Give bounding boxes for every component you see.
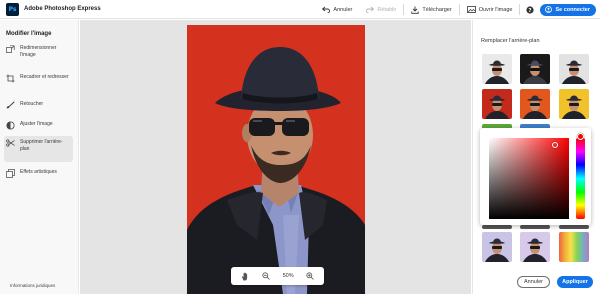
zoom-out-icon[interactable] bbox=[262, 272, 271, 280]
toolbar-actions: Annuler Rétablir Télécharger Ouvrir l'im… bbox=[315, 0, 600, 19]
sidebar-item-label: Retoucher bbox=[20, 101, 44, 107]
hue-handle[interactable] bbox=[577, 133, 584, 140]
top-bar: Ps Adobe Photoshop Express Annuler Rétab… bbox=[0, 0, 600, 19]
portrait-illustration bbox=[187, 25, 365, 294]
zoom-level: 50% bbox=[282, 273, 294, 279]
brush-icon bbox=[6, 101, 15, 109]
thumb-portrait bbox=[485, 60, 509, 84]
svg-text:?: ? bbox=[529, 7, 532, 13]
photoshop-logo: Ps bbox=[6, 2, 19, 16]
crop-icon bbox=[6, 74, 15, 83]
sidebar-item-adjust[interactable]: Ajuster l'image bbox=[4, 118, 73, 133]
apply-button[interactable]: Appliquer bbox=[557, 276, 593, 288]
user-icon bbox=[545, 6, 553, 13]
thumb-portrait bbox=[559, 232, 589, 262]
hue-slider[interactable] bbox=[576, 138, 585, 219]
thumb-portrait bbox=[523, 238, 547, 262]
background-panel: Remplacer l'arrière-plan Annuler Appliqu… bbox=[472, 20, 600, 294]
background-thumb[interactable] bbox=[559, 225, 589, 229]
sidebar-item-label: Ajuster l'image bbox=[20, 121, 53, 127]
app-title: Adobe Photoshop Express bbox=[24, 6, 101, 12]
background-thumb[interactable] bbox=[520, 232, 550, 262]
sidebar-item-crop[interactable]: Recadrer et redresser bbox=[4, 71, 73, 86]
background-thumb[interactable] bbox=[520, 54, 550, 84]
background-thumb[interactable] bbox=[520, 89, 550, 119]
background-thumb[interactable] bbox=[520, 225, 550, 229]
thumb-portrait bbox=[523, 95, 547, 119]
download-icon bbox=[411, 6, 419, 14]
canvas-area: 50% bbox=[80, 20, 471, 294]
zoom-toolbar: 50% bbox=[231, 267, 324, 285]
edited-photo bbox=[187, 25, 365, 294]
edit-sidebar: Modifier l'image Redimensionner l'image … bbox=[0, 20, 79, 294]
background-thumb[interactable] bbox=[482, 232, 512, 262]
thumb-portrait bbox=[485, 238, 509, 262]
legal-info-link[interactable]: Informations juridiques bbox=[10, 283, 55, 288]
sidebar-item-label: Recadrer et redresser bbox=[20, 74, 69, 80]
thumb-portrait bbox=[562, 95, 586, 119]
background-thumb[interactable] bbox=[559, 89, 589, 119]
saturation-value-area[interactable] bbox=[489, 138, 569, 219]
thumb-portrait bbox=[523, 60, 547, 84]
download-label: Télécharger bbox=[422, 6, 452, 13]
resize-icon bbox=[6, 45, 15, 53]
background-thumb[interactable] bbox=[482, 225, 512, 229]
background-thumb[interactable] bbox=[482, 89, 512, 119]
adjust-icon bbox=[6, 121, 15, 130]
sidebar-title: Modifier l'image bbox=[6, 31, 52, 37]
thumb-portrait bbox=[562, 60, 586, 84]
redo-icon bbox=[366, 6, 375, 13]
open-image-button[interactable]: Ouvrir l'image bbox=[460, 0, 520, 19]
help-button[interactable]: ? bbox=[520, 0, 540, 19]
open-image-label: Ouvrir l'image bbox=[478, 6, 513, 13]
cancel-button[interactable]: Annuler bbox=[517, 276, 550, 288]
effects-icon bbox=[6, 169, 15, 178]
background-thumb[interactable] bbox=[482, 54, 512, 84]
sidebar-item-label: Redimensionner l'image bbox=[20, 45, 57, 58]
image-icon bbox=[466, 6, 476, 13]
sidebar-item-remove-background[interactable]: Supprimer l'arrière-plan bbox=[4, 136, 73, 162]
redo-button[interactable]: Rétablir bbox=[359, 0, 403, 19]
color-picker-popover bbox=[480, 128, 591, 225]
thumb-portrait bbox=[485, 95, 509, 119]
color-handle[interactable] bbox=[552, 142, 558, 148]
scissors-icon bbox=[6, 139, 15, 147]
sidebar-item-label: Effets artistiques bbox=[20, 169, 57, 175]
background-thumb-rainbow[interactable] bbox=[559, 232, 589, 262]
hand-icon[interactable] bbox=[241, 272, 250, 281]
zoom-in-icon[interactable] bbox=[306, 272, 314, 280]
undo-icon bbox=[322, 6, 331, 13]
signin-label: Se connecter bbox=[555, 6, 590, 13]
background-thumb[interactable] bbox=[559, 54, 589, 84]
panel-title: Remplacer l'arrière-plan bbox=[481, 38, 540, 44]
signin-button[interactable]: Se connecter bbox=[540, 3, 596, 16]
download-button[interactable]: Télécharger bbox=[404, 0, 458, 19]
sidebar-item-label: Supprimer l'arrière-plan bbox=[20, 139, 63, 152]
sidebar-item-artistic-effects[interactable]: Effets artistiques bbox=[4, 166, 73, 181]
sidebar-item-retouch[interactable]: Retoucher bbox=[4, 98, 73, 112]
undo-label: Annuler bbox=[333, 6, 353, 13]
undo-button[interactable]: Annuler bbox=[315, 0, 359, 19]
redo-label: Rétablir bbox=[377, 6, 397, 13]
help-icon: ? bbox=[526, 5, 535, 13]
sidebar-item-resize[interactable]: Redimensionner l'image bbox=[4, 42, 73, 62]
